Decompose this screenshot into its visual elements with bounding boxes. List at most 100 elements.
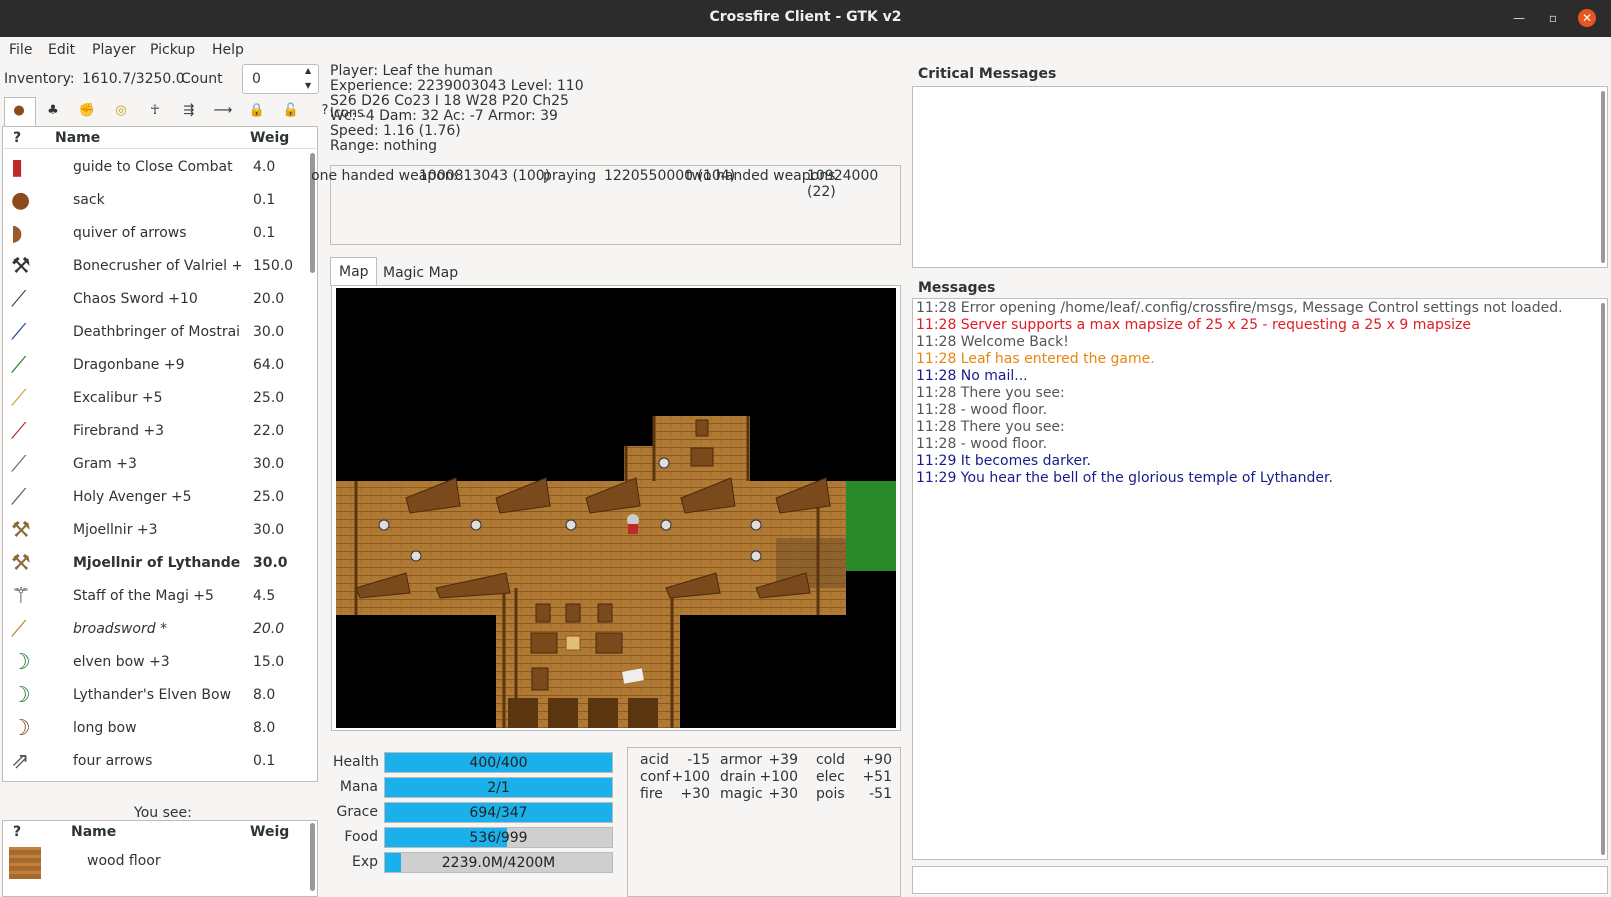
sword-icon: ⟋ xyxy=(11,419,27,444)
you-see-list[interactable]: ? Name Weig wood floor xyxy=(2,820,318,897)
unlock-icon[interactable]: 🔓 xyxy=(280,100,302,122)
bow-icon: ☽ xyxy=(11,683,31,708)
item-weight: 20.0 xyxy=(253,621,285,637)
item-weight: 30.0 xyxy=(253,324,285,340)
message-line: 11:28 - wood floor. xyxy=(916,402,1048,418)
sword-icon: ⟋ xyxy=(11,617,27,642)
bag-icon[interactable]: ● xyxy=(8,100,30,122)
list-item[interactable]: ⟋ Deathbringer of Mostrai - 30.0 xyxy=(3,316,303,349)
command-input[interactable] xyxy=(912,866,1608,894)
list-item[interactable]: ⟋ Holy Avenger +5 25.0 xyxy=(3,481,303,514)
resist-name: armor xyxy=(720,752,763,768)
list-item[interactable]: ⟋ Firebrand +3 22.0 xyxy=(3,415,303,448)
player-combat: Wc: -4 Dam: 32 Ac: -7 Armor: 39 xyxy=(330,108,558,124)
menu-file[interactable]: File xyxy=(9,42,32,58)
bar-value: 2/1 xyxy=(487,780,510,796)
you-see-header-q[interactable]: ? xyxy=(13,824,21,840)
message-line: 11:28 Server supports a max mapsize of 2… xyxy=(916,317,1471,333)
title-bar: Crossfire Client - GTK v2 — ▫ ✕ xyxy=(0,0,1611,37)
lock-icon[interactable]: 🔒 xyxy=(246,100,268,122)
list-item[interactable]: ⟋ Chaos Sword +10 20.0 xyxy=(3,283,303,316)
list-item[interactable]: ⚚ Staff of the Magi +5 4.5 xyxy=(3,580,303,613)
menu-player[interactable]: Player xyxy=(92,42,136,58)
menu-help[interactable]: Help xyxy=(212,42,244,58)
grace-bar: 694/347 xyxy=(384,802,613,823)
you-see-item-name: wood floor xyxy=(87,853,161,869)
sword-icon[interactable]: ⟶ xyxy=(212,100,234,122)
count-stepper[interactable]: 0 ▲ ▼ xyxy=(242,64,319,94)
resist-value: +100 xyxy=(759,769,798,785)
list-item[interactable]: ⟋ broadsword * 20.0 xyxy=(3,613,303,646)
you-see-header-name[interactable]: Name xyxy=(71,824,116,840)
you-see-header-weight[interactable]: Weig xyxy=(250,824,289,840)
bar-label-food: Food xyxy=(344,829,378,845)
you-see-scrollbar[interactable] xyxy=(310,823,315,891)
game-map[interactable] xyxy=(336,288,896,728)
book-icon: ▮ xyxy=(11,155,24,180)
resistances-panel: acid -15 armor +39 cold +90 conf +100 drain +100 e… xyxy=(627,747,901,897)
minimize-icon[interactable]: — xyxy=(1510,9,1528,27)
resist-name: elec xyxy=(816,769,845,785)
tab-map[interactable]: Map xyxy=(330,257,377,286)
maximize-icon[interactable]: ▫ xyxy=(1544,9,1562,27)
count-value[interactable]: 0 xyxy=(252,71,261,87)
chevron-up-icon[interactable]: ▲ xyxy=(305,66,311,75)
list-item[interactable]: ⟋ Dragonbane +9 64.0 xyxy=(3,349,303,382)
sack-icon: ● xyxy=(11,188,31,213)
bar-label-grace: Grace xyxy=(336,804,379,820)
item-name: Firebrand +3 xyxy=(73,423,165,439)
amulet-icon[interactable]: ☥ xyxy=(144,100,166,122)
item-weight: 8.0 xyxy=(253,687,276,703)
message-line: 11:28 There you see: xyxy=(916,419,1065,435)
item-name: Staff of the Magi +5 xyxy=(73,588,214,604)
list-item[interactable]: ◗ quiver of arrows 0.1 xyxy=(3,217,303,250)
list-item[interactable]: ● sack 0.1 xyxy=(3,184,303,217)
inventory-list[interactable]: ? Name Weig ▮ guide to Close Combat 4.0 ● sa… xyxy=(2,126,318,782)
you-see-row[interactable]: wood floor xyxy=(3,845,303,881)
item-name: sack xyxy=(73,192,105,208)
item-weight: 64.0 xyxy=(253,357,285,373)
critical-messages-box[interactable] xyxy=(912,86,1608,268)
list-item[interactable]: ⚒ Mjoellnir of Lythande 30.0 xyxy=(3,547,303,580)
list-item[interactable]: ⚒ Bonecrusher of Valriel +4 150.0 xyxy=(3,250,303,283)
menu-pickup[interactable]: Pickup xyxy=(150,42,195,58)
list-item[interactable]: ☽ long bow 8.0 xyxy=(3,712,303,745)
count-label: Count xyxy=(181,71,223,87)
fist-icon[interactable]: ✊ xyxy=(76,100,98,122)
health-bar: 400/400 xyxy=(384,752,613,773)
sword-icon: ⟋ xyxy=(11,386,27,411)
list-item[interactable]: ⟋ Excalibur +5 25.0 xyxy=(3,382,303,415)
header-name[interactable]: Name xyxy=(55,130,100,146)
list-item[interactable]: ☽ Lythander's Elven Bow 8.0 xyxy=(3,679,303,712)
menu-edit[interactable]: Edit xyxy=(48,42,75,58)
list-item[interactable]: ▮ guide to Close Combat 4.0 xyxy=(3,151,303,184)
coin-icon[interactable]: ◎ xyxy=(110,100,132,122)
bar-value: 694/347 xyxy=(469,805,528,821)
list-item[interactable]: ☽ elven bow +3 15.0 xyxy=(3,646,303,679)
item-name: Chaos Sword +10 xyxy=(73,291,198,307)
resist-value: +90 xyxy=(862,752,892,768)
header-q[interactable]: ? xyxy=(13,130,21,146)
hammer-icon: ⚒ xyxy=(11,551,31,576)
skills-panel: one handed weapons 1000813043 (100) pray… xyxy=(311,165,901,245)
list-item[interactable]: ⇗ four arrows 0.1 xyxy=(3,745,303,778)
header-weight[interactable]: Weig xyxy=(250,130,289,146)
message-line: 11:28 Error opening /home/leaf/.config/c… xyxy=(916,300,1563,316)
arrows-icon[interactable]: ⇶ xyxy=(178,100,200,122)
close-icon[interactable]: ✕ xyxy=(1578,9,1596,27)
list-item[interactable]: ⚒ Mjoellnir +3 30.0 xyxy=(3,514,303,547)
item-name: Deathbringer of Mostrai - xyxy=(73,324,241,340)
list-item[interactable]: ⟋ Gram +3 30.0 xyxy=(3,448,303,481)
player-stats: S26 D26 Co23 I 18 W28 P20 Ch25 xyxy=(330,93,569,109)
critical-scrollbar[interactable] xyxy=(1601,91,1605,263)
messages-scrollbar[interactable] xyxy=(1601,303,1605,855)
skill-exp-3: 10924000 (22) xyxy=(807,168,879,200)
skill-name-2: praying xyxy=(543,168,597,184)
skill-exp-1: 1000813043 (100) xyxy=(419,168,551,184)
item-name: Dragonbane +9 xyxy=(73,357,185,373)
tab-magic-map[interactable]: Magic Map xyxy=(383,265,458,281)
food-icon[interactable]: ♣ xyxy=(42,100,64,122)
resist-name: cold xyxy=(816,752,846,768)
bar-label-mana: Mana xyxy=(339,779,378,795)
chevron-down-icon[interactable]: ▼ xyxy=(305,81,311,90)
